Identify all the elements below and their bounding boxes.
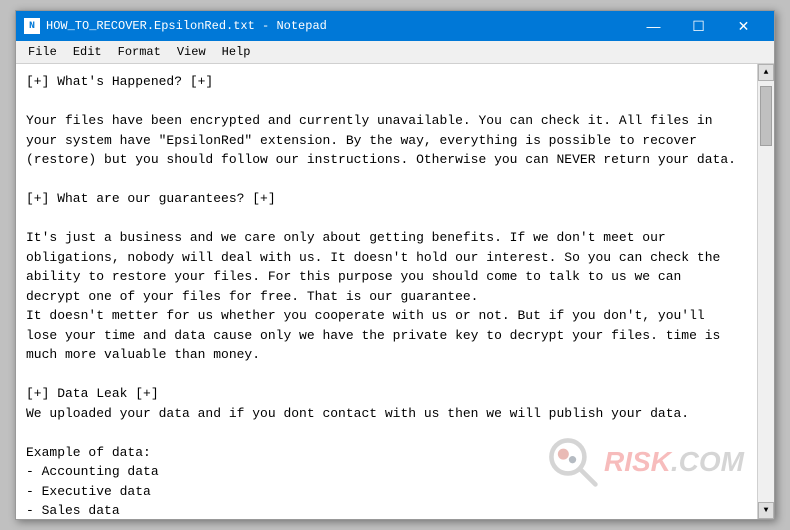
scrollbar-thumb[interactable] xyxy=(760,86,772,146)
menu-bar: File Edit Format View Help xyxy=(16,41,774,64)
menu-file[interactable]: File xyxy=(20,43,65,61)
title-bar: N HOW_TO_RECOVER.EpsilonRed.txt - Notepa… xyxy=(16,11,774,41)
close-button[interactable]: ✕ xyxy=(721,15,766,37)
content-area: [+] What's Happened? [+] Your files have… xyxy=(16,64,774,519)
scrollbar-track[interactable] xyxy=(758,81,774,502)
window-controls: — ☐ ✕ xyxy=(631,15,766,37)
menu-edit[interactable]: Edit xyxy=(65,43,110,61)
scroll-up-button[interactable]: ▲ xyxy=(758,64,774,81)
menu-view[interactable]: View xyxy=(169,43,214,61)
menu-format[interactable]: Format xyxy=(110,43,169,61)
window-title: HOW_TO_RECOVER.EpsilonRed.txt - Notepad xyxy=(46,19,327,33)
minimize-button[interactable]: — xyxy=(631,15,676,37)
text-editor[interactable]: [+] What's Happened? [+] Your files have… xyxy=(16,64,757,519)
scrollbar[interactable]: ▲ ▼ xyxy=(757,64,774,519)
maximize-button[interactable]: ☐ xyxy=(676,15,721,37)
menu-help[interactable]: Help xyxy=(214,43,259,61)
notepad-window: N HOW_TO_RECOVER.EpsilonRed.txt - Notepa… xyxy=(15,10,775,520)
scroll-down-button[interactable]: ▼ xyxy=(758,502,774,519)
app-icon: N xyxy=(24,18,40,34)
title-bar-left: N HOW_TO_RECOVER.EpsilonRed.txt - Notepa… xyxy=(24,18,327,34)
